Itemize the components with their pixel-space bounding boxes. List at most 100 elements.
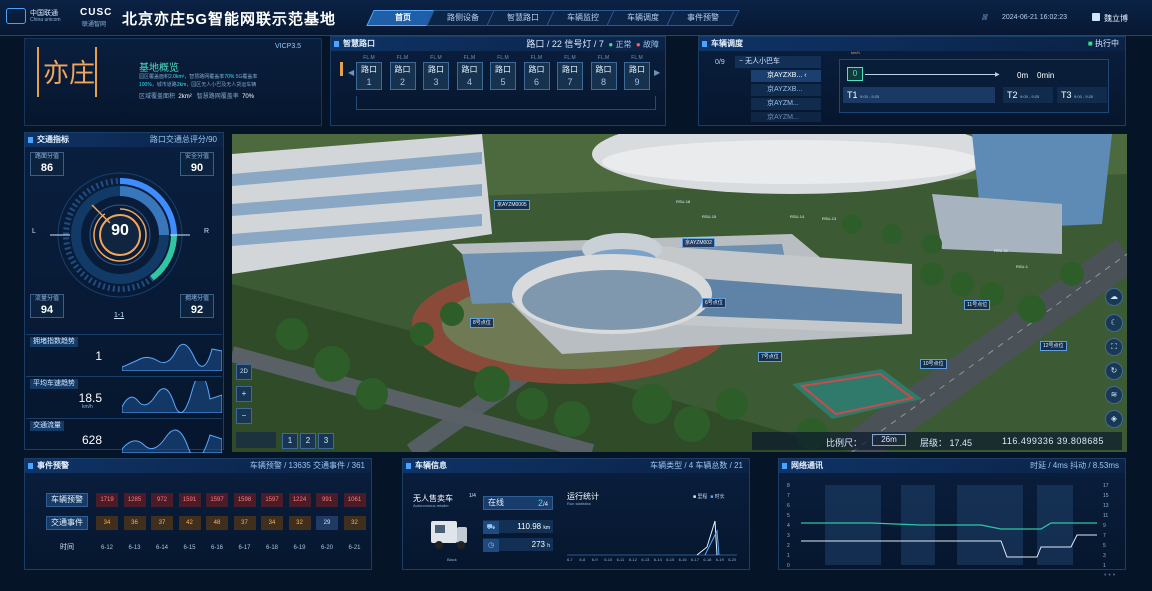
- dispatch-group[interactable]: − 无人小巴车: [735, 56, 821, 68]
- map-2d-button[interactable]: 2D: [236, 364, 252, 380]
- junction-button-2[interactable]: 路口 2: [389, 62, 416, 90]
- rsu-label-18: RSU-18: [676, 199, 691, 204]
- run-date-label: 6-18: [703, 557, 712, 562]
- net-right-tick: 15: [1103, 493, 1109, 499]
- score-congestion: 拥堵分值 92: [180, 294, 214, 318]
- flow-trend-chart: [122, 429, 222, 453]
- map-layers-icon[interactable]: ≋: [1105, 386, 1123, 404]
- map-point-11[interactable]: 11号点位: [964, 300, 991, 310]
- progress-line: [865, 74, 995, 75]
- stripes-icon: ////: [982, 13, 988, 22]
- map-vehicle-tag-1[interactable]: 京AYZM0005: [494, 200, 530, 210]
- net-right-tick: 13: [1103, 503, 1109, 509]
- junction-button-3[interactable]: 路口 3: [423, 62, 449, 90]
- junction-button-9[interactable]: 路口 9: [624, 62, 650, 90]
- map-page-2[interactable]: 2: [300, 433, 316, 449]
- run-date-label: 6-15: [666, 557, 675, 562]
- map-coordinates: 116.499336 39.808685: [1002, 436, 1104, 446]
- run-date-label: 6-16: [678, 557, 687, 562]
- map-minimap[interactable]: [236, 432, 276, 448]
- overview-line-3: 区域覆盖面积 2km² 智慧路网覆盖率 70%: [139, 94, 255, 100]
- unicom-logo-icon: [6, 8, 26, 24]
- junction-button-5[interactable]: 路口 5: [490, 62, 516, 90]
- map-fullscreen-icon[interactable]: ⛶: [1105, 338, 1123, 356]
- vehicle-alert-cell: 991: [316, 493, 338, 507]
- map-weather-cloud-icon[interactable]: ☁: [1105, 288, 1123, 306]
- retail-vehicle-icon: [431, 521, 467, 549]
- vehicle-item-2[interactable]: 京AYZXB...: [751, 84, 821, 96]
- vehicle-type-page[interactable]: 1/4: [469, 493, 476, 499]
- net-right-tick: 5: [1103, 543, 1106, 549]
- run-date-label: 6-7: [567, 557, 573, 562]
- corner-dots-icon: • • •: [1104, 572, 1116, 579]
- event-date-cell: 6-14: [155, 545, 168, 551]
- map-page-1[interactable]: 1: [282, 433, 298, 449]
- junction-button-4[interactable]: 路口 4: [456, 62, 483, 90]
- traffic-event-cell: 29: [316, 516, 338, 530]
- junction-button-8[interactable]: 路口 8: [590, 62, 617, 90]
- vehicle-hours: ◷ 273 h: [483, 538, 553, 552]
- metric-speed: 平均车速趋势 18.5 km/h: [26, 376, 222, 414]
- net-left-tick: 4: [787, 523, 790, 529]
- vehicle-alert-cell: 1597: [206, 493, 228, 507]
- top-header: 中国联通 China unicom CUSC 联通智网 北京亦庄5G智能网联示范…: [0, 0, 1152, 36]
- map-vehicle-tag-2[interactable]: 京AYZM002: [682, 238, 715, 248]
- network-panel: 网络通讯 时延 / 4ms 抖动 / 8.53ms 876543210 17 15 1…: [778, 458, 1126, 570]
- map-point-6[interactable]: 6号点位: [702, 298, 726, 308]
- event-date-cell: 6-19: [293, 545, 306, 551]
- metric-flow: 交通流量 628: [26, 418, 222, 456]
- map-refresh-icon[interactable]: ↻: [1105, 362, 1123, 380]
- junction-button-6[interactable]: 路口 6: [523, 62, 550, 90]
- junction-prev-icon[interactable]: ◀: [348, 68, 354, 77]
- logo2-title: CUSC: [80, 7, 113, 18]
- rsu-label-13: RSU-13: [822, 216, 837, 221]
- overview-line-2: 100%，城市道路2km，园区无人小巴及无人货运车辆: [139, 82, 257, 88]
- run-date-label: 6-19: [715, 557, 724, 562]
- run-stats-legend: ■ 里程 ■ 时长: [693, 494, 725, 500]
- map-page-3[interactable]: 3: [318, 433, 334, 449]
- map-point-7[interactable]: 7号点位: [758, 352, 782, 362]
- junction-tag-1: FL.M: [363, 55, 375, 61]
- junction-next-icon[interactable]: ▶: [654, 68, 660, 77]
- vehicle-alert-cell: 1598: [233, 493, 256, 507]
- slot-t3[interactable]: T3 9:00 - 9:20: [1057, 87, 1107, 103]
- run-date-label: 6-14: [653, 557, 662, 562]
- traffic-event-cell: 32: [343, 516, 366, 530]
- map-point-8[interactable]: 8号点位: [470, 318, 494, 328]
- vehicle-item-1[interactable]: 京AYZXB... ‹: [751, 70, 821, 82]
- net-right-tick: 9: [1103, 523, 1106, 529]
- score-safety: 安全分值 90: [180, 152, 214, 176]
- traffic-event-cell: 32: [288, 516, 311, 530]
- overview-line-1: 园区覆盖面积2.0km²，智慧路网覆盖率70% 5G覆盖率: [139, 74, 258, 80]
- user-icon: [1092, 13, 1100, 21]
- net-right-tick: 1: [1103, 563, 1106, 569]
- slot-t1[interactable]: T1 9:00 - 9:20: [843, 87, 995, 103]
- traffic-event-cell: 34: [261, 516, 283, 530]
- dispatch-panel: 车辆调度 ■ 执行中 0/9 − 无人小巴车 京AYZXB... ‹ 京AYZX…: [698, 36, 1126, 126]
- junction-button-1[interactable]: 路口 1: [356, 62, 382, 90]
- overview-title: 基地概览: [139, 63, 179, 74]
- junction-button-7[interactable]: 路口 7: [557, 62, 583, 90]
- dispatch-distance: 0m: [1017, 71, 1029, 80]
- map-night-mode-icon[interactable]: ☾: [1105, 314, 1123, 332]
- slot-t2[interactable]: T2 9:00 - 9:20: [1003, 87, 1053, 103]
- user-name[interactable]: 魏立博: [1104, 13, 1128, 24]
- map-point-10[interactable]: 10号点位: [920, 359, 947, 369]
- map-zoom-in-button[interactable]: +: [236, 386, 252, 402]
- traffic-page[interactable]: 1-1: [114, 312, 124, 319]
- traffic-event-cell: 37: [151, 516, 173, 530]
- dispatch-time: 0min: [1037, 71, 1055, 80]
- run-date-label: 6-13: [641, 557, 650, 562]
- map-point-12[interactable]: 12号点位: [1040, 341, 1067, 351]
- map-zoom-out-button[interactable]: −: [236, 408, 252, 424]
- vehicle-item-4[interactable]: 京AYZM...: [751, 112, 821, 122]
- run-stats-dates: 6-7 6-8 6-9 6-10 6-11 6-12 6-13 6-14 6-15 6-16 6-1…: [567, 557, 743, 565]
- map-compass-icon[interactable]: ◈: [1105, 410, 1123, 428]
- junction-marker: [340, 62, 343, 76]
- net-right-tick: 17: [1103, 483, 1109, 489]
- nav-tab-event-alert[interactable]: 事件预警: [666, 10, 740, 26]
- vehicle-item-3[interactable]: 京AYZM...: [751, 98, 821, 110]
- 3d-map-view[interactable]: 京AYZM0005 京AYZM002 6号点位 8号点位 7号点位 10号点位 …: [232, 134, 1127, 452]
- vehicle-alert-cell: 1719: [96, 493, 118, 507]
- junction-title: 智慧路口 路口 / 22 信号灯 / 7 ● 正常 ● 故障: [331, 37, 665, 51]
